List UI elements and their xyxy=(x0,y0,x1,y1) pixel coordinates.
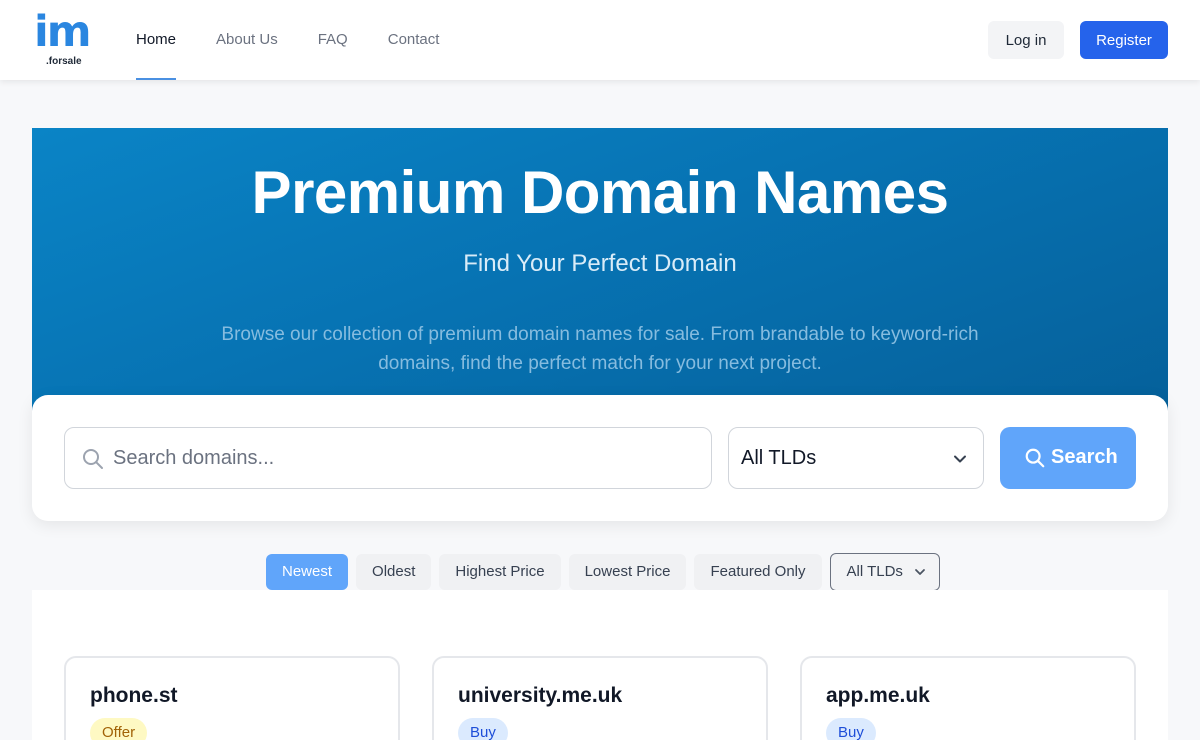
sort-filters: Newest Oldest Highest Price Lowest Price… xyxy=(266,553,940,591)
filter-lowest-price[interactable]: Lowest Price xyxy=(568,554,687,590)
filter-tld-dropdown[interactable]: All TLDs xyxy=(829,553,940,591)
nav-faq[interactable]: FAQ xyxy=(318,0,348,80)
search-panel: All TLDs Search xyxy=(32,395,1168,521)
search-icon xyxy=(1025,448,1045,468)
search-button-label: Search xyxy=(1051,446,1118,468)
buy-badge: Buy xyxy=(826,718,876,740)
filter-newest[interactable]: Newest xyxy=(266,554,349,590)
domain-name[interactable]: app.me.uk xyxy=(826,684,930,708)
register-button[interactable]: Register xyxy=(1080,21,1168,59)
domain-card[interactable]: university.me.uk Buy xyxy=(432,656,768,740)
hero-banner: Premium Domain Names Find Your Perfect D… xyxy=(32,128,1168,418)
logo-mark: im xyxy=(34,7,92,57)
domain-listing: phone.st Offer university.me.uk Buy app.… xyxy=(32,590,1168,740)
search-icon xyxy=(83,449,103,469)
login-button[interactable]: Log in xyxy=(988,21,1064,59)
hero-description: Browse our collection of premium domain … xyxy=(221,324,979,374)
chevron-down-icon xyxy=(954,455,966,463)
domain-name[interactable]: phone.st xyxy=(90,684,178,708)
tld-select[interactable]: All TLDs xyxy=(728,427,984,489)
search-button[interactable]: Search xyxy=(1000,427,1136,489)
domain-card[interactable]: phone.st Offer xyxy=(64,656,400,740)
search-field[interactable] xyxy=(64,427,712,489)
nav-about-us[interactable]: About Us xyxy=(216,0,278,80)
main-nav: Home About Us FAQ Contact xyxy=(136,0,479,80)
nav-home[interactable]: Home xyxy=(136,0,177,80)
filter-oldest[interactable]: Oldest xyxy=(356,554,432,590)
filter-tld-label: All TLDs xyxy=(846,563,903,580)
hero-title: Premium Domain Names xyxy=(251,159,949,226)
search-input[interactable] xyxy=(113,428,703,488)
buy-badge: Buy xyxy=(458,718,508,740)
filter-featured-only[interactable]: Featured Only xyxy=(694,554,822,590)
offer-badge: Offer xyxy=(90,718,148,740)
logo-subtext: .forsale xyxy=(46,56,82,67)
filter-highest-price[interactable]: Highest Price xyxy=(439,554,561,590)
hero-subtitle: Find Your Perfect Domain xyxy=(463,250,737,277)
site-header: im .forsale Home About Us FAQ Contact Lo… xyxy=(0,0,1200,80)
domain-card[interactable]: app.me.uk Buy xyxy=(800,656,1136,740)
nav-contact[interactable]: Contact xyxy=(388,0,440,80)
tld-select-value: All TLDs xyxy=(741,447,817,469)
domain-name[interactable]: university.me.uk xyxy=(458,684,622,708)
chevron-down-icon xyxy=(915,569,925,575)
logo[interactable]: im .forsale xyxy=(34,10,96,70)
